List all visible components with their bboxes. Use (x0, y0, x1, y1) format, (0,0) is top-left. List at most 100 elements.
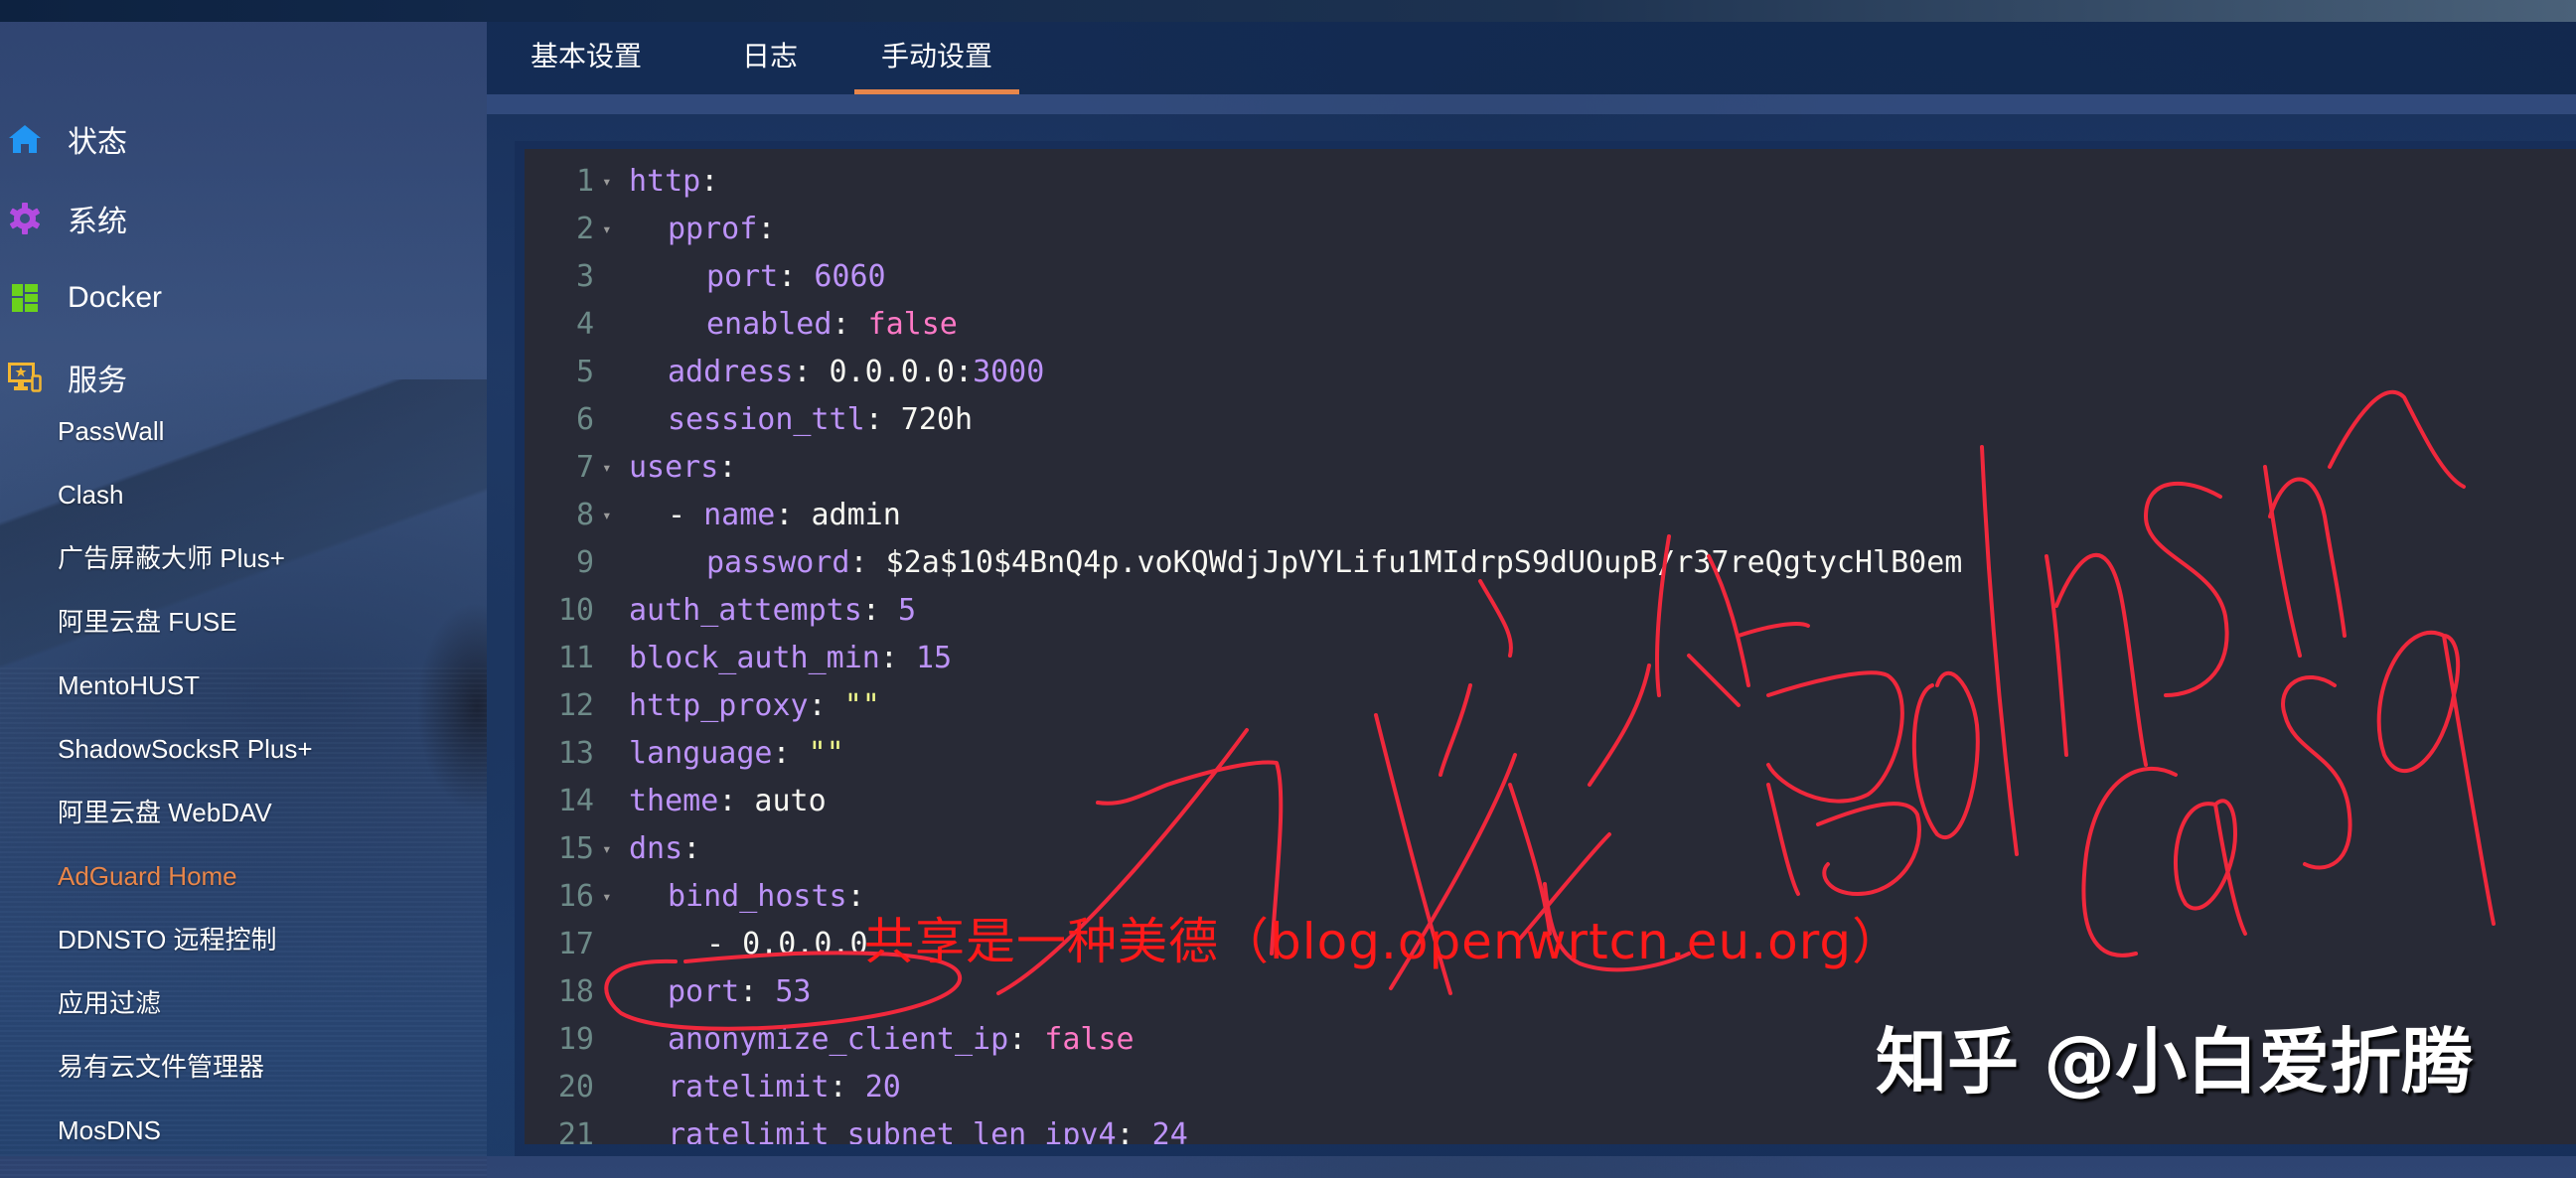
fold-toggle-icon[interactable]: ▾ (602, 873, 622, 921)
code-token: auth_attempts (629, 593, 862, 628)
code-text: password: $2a$10$4BnQ4p.voKQWdjJpVYLifu1… (706, 539, 1962, 587)
code-token: users (629, 450, 719, 485)
code-line[interactable]: 4 enabled: false (525, 301, 2576, 349)
code-token: : (832, 307, 868, 342)
code-line[interactable]: 7 ▾ users: (525, 444, 2576, 492)
code-token: http_proxy (629, 688, 809, 723)
code-line[interactable]: 10 auth_attempts: 5 (525, 587, 2576, 635)
code-line[interactable]: 1 ▾ http: (525, 158, 2576, 206)
line-number: 12 (557, 688, 594, 723)
sidebar: 状态 系统 Docker 服务 PassWall Clash 广告屏蔽大师 Pl… (0, 22, 487, 1178)
code-line[interactable]: 11 block_auth_min: 15 (525, 635, 2576, 682)
top-bar (0, 0, 2576, 22)
sidebar-item-clash[interactable]: Clash (0, 463, 487, 526)
tab-manual-settings[interactable]: 手动设置 (854, 22, 1020, 94)
fold-toggle-icon[interactable]: ▾ (602, 444, 622, 492)
tab-log[interactable]: 日志 (742, 22, 798, 94)
code-token: : (778, 259, 815, 294)
line-number: 19 (557, 1022, 594, 1057)
code-token: pprof (668, 212, 758, 246)
line-number: 20 (557, 1070, 594, 1104)
code-line[interactable]: 14 theme: auto (525, 778, 2576, 825)
code-text: ratelimit: 20 (668, 1064, 901, 1111)
sidebar-item-status[interactable]: 状态 (0, 99, 487, 179)
code-token: language (629, 736, 773, 771)
code-line[interactable]: 2 ▾ pprof: (525, 206, 2576, 253)
fold-toggle-icon[interactable]: ▾ (602, 825, 622, 873)
code-token: : (682, 831, 701, 866)
code-token: 20 (864, 1070, 901, 1104)
sidebar-item-file-manager[interactable]: 易有云文件管理器 (0, 1035, 487, 1099)
code-token: 5 (897, 593, 916, 628)
sidebar-item-system[interactable]: 系统 (0, 179, 487, 258)
code-token: false (1044, 1022, 1135, 1057)
code-token: : (1116, 1117, 1152, 1144)
sidebar-item-aliyun-webdav[interactable]: 阿里云盘 WebDAV (0, 781, 487, 844)
code-line[interactable]: 9 password: $2a$10$4BnQ4p.voKQWdjJpVYLifu… (525, 539, 2576, 587)
sidebar-item-aliyun-fuse[interactable]: 阿里云盘 FUSE (0, 590, 487, 654)
code-token: "" (843, 688, 880, 723)
sidebar-item-mentohust[interactable]: MentoHUST (0, 654, 487, 717)
code-token: : (1008, 1022, 1045, 1057)
code-text: - name: admin (668, 492, 901, 539)
code-line[interactable]: 8 ▾ - name: admin (525, 492, 2576, 539)
line-number: 21 (557, 1117, 594, 1144)
tab-label: 日志 (742, 41, 799, 72)
fold-toggle-icon[interactable]: ▾ (602, 158, 622, 206)
yaml-code-editor[interactable]: 1 ▾ http: 2 ▾ pprof: 3 port: 6060 4 enabled: fals… (525, 149, 2576, 1144)
line-number: 16 (557, 879, 594, 914)
code-text: anonymize_client_ip: false (668, 1016, 1135, 1064)
code-line[interactable]: 12 http_proxy: "" (525, 682, 2576, 730)
sidebar-item-mosdns[interactable]: MosDNS (0, 1099, 487, 1162)
line-number: 14 (557, 784, 594, 818)
sidebar-item-ddnsto[interactable]: DDNSTO 远程控制 (0, 908, 487, 971)
code-text: http_proxy: "" (629, 682, 880, 730)
line-number: 2 (575, 212, 594, 246)
code-line[interactable]: 13 language: "" (525, 730, 2576, 778)
sidebar-item-ad-blocker[interactable]: 广告屏蔽大师 Plus+ (0, 526, 487, 590)
line-number: 17 (557, 927, 594, 961)
code-text: users: (629, 444, 736, 492)
code-token: dns (629, 831, 683, 866)
fold-toggle-icon[interactable]: ▾ (602, 206, 622, 253)
code-token: : 0.0.0.0: (793, 355, 974, 389)
code-line[interactable]: 6 session_ttl: 720h (525, 396, 2576, 444)
line-number: 4 (575, 307, 594, 342)
code-text: auth_attempts: 5 (629, 587, 916, 635)
line-number: 10 (557, 593, 594, 628)
sidebar-item-adguard-home[interactable]: AdGuard Home (0, 844, 487, 908)
code-line[interactable]: 5 address: 0.0.0.0:3000 (525, 349, 2576, 396)
sidebar-item-passwall[interactable]: PassWall (0, 399, 487, 463)
code-text: port: 53 (668, 968, 812, 1016)
sidebar-item-docker[interactable]: Docker (0, 258, 487, 338)
code-token: : (829, 1070, 865, 1104)
line-number: 8 (575, 498, 594, 532)
code-token: : (757, 212, 776, 246)
code-token: 15 (916, 641, 953, 675)
tab-separator (487, 94, 2576, 114)
line-number: 15 (557, 831, 594, 866)
grid-icon (8, 281, 42, 315)
share-watermark-text: 共享是一种美德（blog.openwrtcn.eu.org） (864, 913, 1903, 970)
fold-toggle-icon[interactable]: ▾ (602, 492, 622, 539)
code-token: password (706, 545, 850, 580)
code-line[interactable]: 3 port: 6060 (525, 253, 2576, 301)
code-token: enabled (706, 307, 833, 342)
code-text: port: 6060 (706, 253, 886, 301)
home-icon (8, 122, 42, 156)
code-token: block_auth_min (629, 641, 880, 675)
code-line[interactable]: 21 ratelimit_subnet_len_ipv4: 24 (525, 1111, 2576, 1144)
code-token: "" (808, 736, 844, 771)
line-number: 18 (557, 974, 594, 1009)
code-token: http (629, 164, 701, 199)
code-token: session_ttl (668, 402, 865, 437)
code-token: : (808, 688, 844, 723)
tab-basic-settings[interactable]: 基本设置 (530, 22, 642, 94)
line-number: 5 (575, 355, 594, 389)
code-text: theme: auto (629, 778, 827, 825)
sidebar-item-ssr-plus[interactable]: ShadowSocksR Plus+ (0, 717, 487, 781)
code-text: http: (629, 158, 718, 206)
code-token: 3000 (973, 355, 1045, 389)
code-line[interactable]: 15 ▾ dns: (525, 825, 2576, 873)
sidebar-item-app-filter[interactable]: 应用过滤 (0, 971, 487, 1035)
